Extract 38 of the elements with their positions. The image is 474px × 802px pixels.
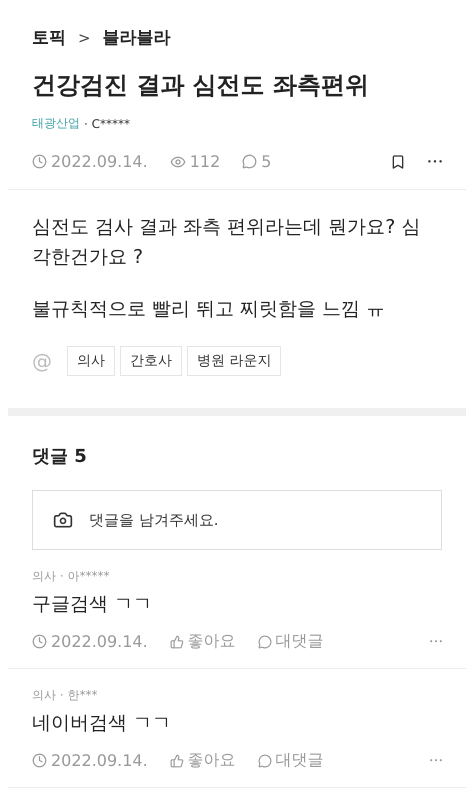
post-paragraph: 불규칙적으로 빨리 뛰고 찌릿함을 느낌 ㅠ xyxy=(32,297,386,322)
bookmark-button[interactable] xyxy=(390,154,406,170)
eye-icon xyxy=(170,154,186,170)
thumbs-up-icon xyxy=(170,634,184,648)
clock-icon xyxy=(32,154,47,169)
mention-symbol: @ xyxy=(32,348,52,375)
tag-chip[interactable]: 간호사 xyxy=(120,346,182,376)
camera-icon[interactable] xyxy=(53,510,73,530)
post-date: 2022.09.14. xyxy=(51,152,148,171)
post-paragraph: 심전도 검사 결과 좌측 편위라는데 뭔가요? 심각한건가요 ? xyxy=(32,215,422,270)
more-icon xyxy=(428,160,442,163)
speech-bubble-icon xyxy=(258,634,272,648)
more-icon xyxy=(430,640,442,643)
clock-icon xyxy=(32,634,47,649)
comment-text: 네이버검색 ㄱㄱ xyxy=(32,711,172,736)
comment-date: 2022.09.14. xyxy=(51,751,148,770)
post-title: 건강검진 결과 심전도 좌측편위 xyxy=(32,70,370,101)
comments-heading: 댓글 5 xyxy=(32,445,88,468)
board-link[interactable]: 블라블라 xyxy=(102,26,171,49)
topic-link[interactable]: 토픽 xyxy=(32,26,66,49)
bookmark-icon xyxy=(390,154,406,170)
comment-icon xyxy=(242,154,258,169)
comment-text: 구글검색 ㄱㄱ xyxy=(32,592,154,617)
breadcrumb-separator: > xyxy=(78,28,91,46)
speech-bubble-icon xyxy=(258,754,272,768)
thumbs-up-icon xyxy=(170,754,184,768)
author-name: · C***** xyxy=(84,116,130,130)
comment-count: 5 xyxy=(261,152,272,171)
more-icon xyxy=(430,759,442,762)
comment-author: 의사 · 아***** xyxy=(32,568,110,585)
tag-chip[interactable]: 의사 xyxy=(67,346,115,376)
comment-box[interactable]: 댓글을 남겨주세요. xyxy=(32,490,442,550)
clock-icon xyxy=(32,753,47,768)
view-count: 112 xyxy=(190,152,220,171)
comment-author: 의사 · 한*** xyxy=(32,687,98,704)
comment-date: 2022.09.14. xyxy=(51,632,148,651)
tag-chip[interactable]: 병원 라운지 xyxy=(187,346,282,376)
more-button[interactable] xyxy=(428,160,442,163)
